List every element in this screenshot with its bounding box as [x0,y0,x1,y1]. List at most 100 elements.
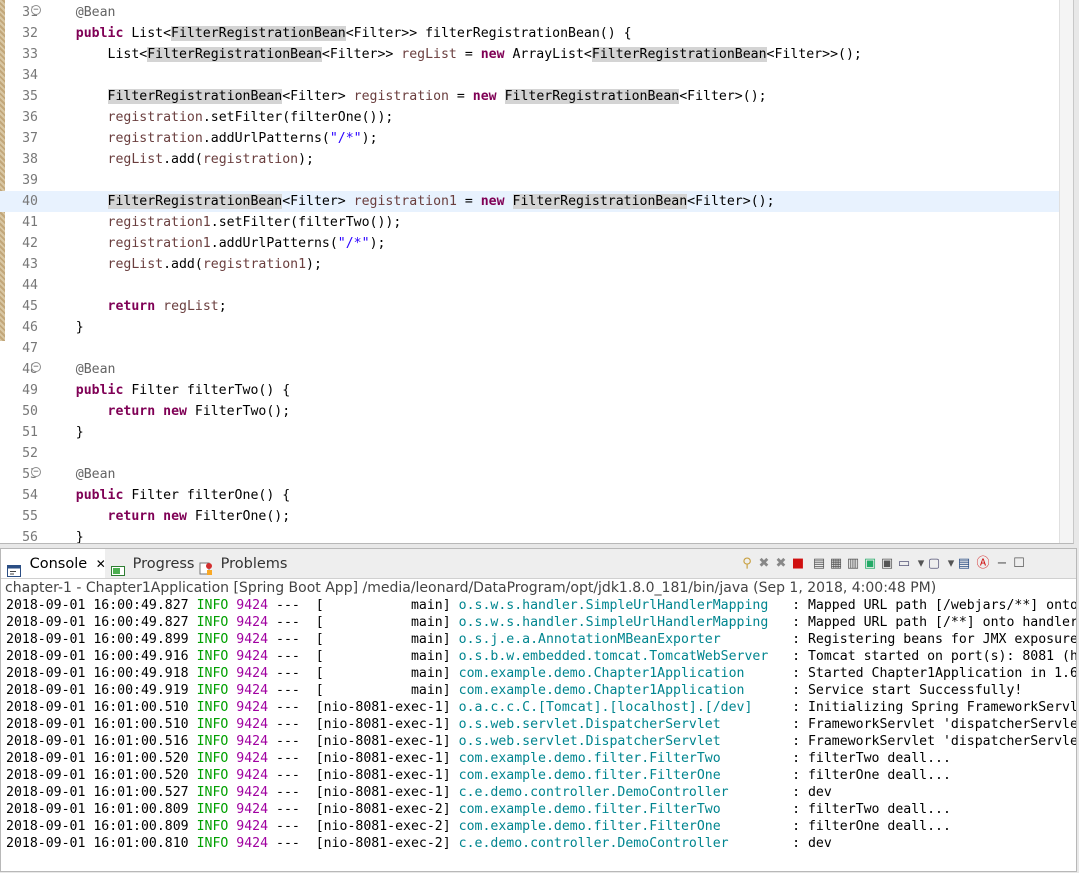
log-level: INFO [196,768,229,783]
string-token: "/*" [337,236,370,251]
code-line[interactable]: 35 FilterRegistrationBean<Filter> regist… [0,86,1059,107]
tab-problems-label: Problems [220,556,288,572]
log-thread: --- [ main] [276,683,451,698]
keyword-token: public [75,383,124,398]
minimize-icon[interactable]: − [994,556,1010,572]
line-number: 32 [22,26,38,41]
log-logger: o.s.web.servlet.DispatcherServlet [458,717,777,732]
code-line[interactable]: 39 [0,170,1059,191]
log-level: INFO [196,666,229,681]
log-thread: --- [nio-8081-exec-1] [276,785,451,800]
process-label: chapter-1 - Chapter1Application [Spring … [5,580,937,596]
code-token: ; [218,299,227,314]
fold-toggle-icon[interactable]: − [31,467,41,477]
line-number: 35 [22,89,38,104]
log-pid: 9424 [236,683,269,698]
log-thread: --- [nio-8081-exec-1] [276,717,451,732]
log-line: 2018-09-01 16:00:49.827 INFO 9424 --- [ … [6,597,1076,614]
line-number: 37 [22,131,38,146]
terminate-icon[interactable]: ■ [790,556,806,572]
code-line[interactable]: 36 registration.setFilter(filterOne()); [0,107,1059,128]
code-line[interactable]: 56 } [0,527,1059,543]
spring-boot-icon[interactable]: Ⓐ [975,556,991,572]
word-wrap-icon[interactable]: ▥ [845,556,861,572]
log-line: 2018-09-01 16:01:00.510 INFO 9424 --- [n… [6,716,1076,733]
code-line[interactable]: 53− @Bean [0,464,1059,485]
code-line[interactable]: 33 List<FilterRegistrationBean<Filter>> … [0,44,1059,65]
log-message: : Tomcat started on port(s): 8081 (h [776,649,1077,664]
log-logger: com.example.demo.filter.FilterOne [458,768,777,783]
code-token: .addUrlPatterns( [202,131,330,146]
code-line[interactable]: 34 [0,65,1059,86]
log-pid: 9424 [236,836,269,851]
tab-progress[interactable]: Progress [111,549,195,578]
code-line[interactable]: 54 public Filter filterOne() { [0,485,1059,506]
line-number: 45 [22,299,38,314]
maximize-icon[interactable]: ☐ [1011,556,1027,572]
code-line[interactable]: 40 FilterRegistrationBean<Filter> regist… [0,191,1059,212]
code-line[interactable]: 55 return new FilterOne(); [0,506,1059,527]
line-number: 54 [22,488,38,503]
code-line[interactable]: 38 regList.add(registration); [0,149,1059,170]
scroll-lock-icon[interactable]: ▦ [828,556,844,572]
code-line[interactable]: 47 [0,338,1059,359]
code-line[interactable]: 50 return new FilterTwo(); [0,401,1059,422]
log-timestamp: 2018-09-01 16:01:00.516 [6,734,189,749]
annotation-token: @Bean [75,362,116,377]
java-editor[interactable]: 31− @Bean 32 public List<FilterRegistrati… [0,0,1074,544]
remove-all-terminated-icon[interactable]: ✖ [773,556,789,572]
clear-console-icon[interactable]: ▤ [811,556,827,572]
code-line[interactable]: 41 registration1.setFilter(filterTwo()); [0,212,1059,233]
display-console-icon[interactable]: ▢ [926,556,942,572]
line-number: 46 [22,320,38,335]
log-level: INFO [196,615,229,630]
log-level: INFO [196,751,229,766]
code-line[interactable]: 49 public Filter filterTwo() { [0,380,1059,401]
highlighted-occurrence: FilterRegistrationBean [107,194,283,209]
log-timestamp: 2018-09-01 16:01:00.809 [6,819,189,834]
code-line[interactable]: 51 } [0,422,1059,443]
remove-launch-icon[interactable]: ✖ [756,556,772,572]
variable-token: registration1 [202,257,307,272]
code-line[interactable]: 52 [0,443,1059,464]
code-line[interactable]: 44 [0,275,1059,296]
code-token: ); [361,131,378,146]
line-number: 47 [22,341,38,356]
string-token: "/*" [329,131,362,146]
tab-problems[interactable]: Problems [199,549,289,578]
code-line[interactable]: 43 regList.add(registration1); [0,254,1059,275]
log-level: INFO [196,734,229,749]
open-console-icon[interactable]: ▭ [896,556,912,572]
pin-icon[interactable]: ⚲ [739,556,755,572]
tab-console[interactable]: Console ✕ [1,549,106,578]
fold-toggle-icon[interactable]: − [31,5,41,15]
code-line[interactable]: 37 registration.addUrlPatterns("/*"); [0,128,1059,149]
debug-icon[interactable]: ▤ [956,556,972,572]
code-token: <Filter>(); [687,194,775,209]
log-level: INFO [196,785,229,800]
code-line[interactable]: 42 registration1.addUrlPatterns("/*"); [0,233,1059,254]
code-text: } [44,422,84,443]
code-line[interactable]: 46 } [0,317,1059,338]
log-level: INFO [196,836,229,851]
code-line[interactable]: 45 return regList; [0,296,1059,317]
log-thread: --- [nio-8081-exec-2] [276,819,451,834]
line-number: 40 [22,194,38,209]
log-thread: --- [nio-8081-exec-2] [276,836,451,851]
code-token: <Filter> [282,194,354,209]
show-on-stdout-icon[interactable]: ▣ [862,556,878,572]
log-pid: 9424 [236,615,269,630]
code-line[interactable]: 48− @Bean [0,359,1059,380]
close-icon[interactable]: ✕ [96,557,106,571]
show-on-stderr-icon[interactable]: ▣ [879,556,895,572]
annotation-token: @Bean [75,5,116,20]
code-line[interactable]: 32 public List<FilterRegistrationBean<Fi… [0,23,1059,44]
code-line[interactable]: 31− @Bean [0,2,1059,23]
editor-vertical-scrollbar[interactable] [1059,0,1073,543]
fold-toggle-icon[interactable]: − [31,362,41,372]
